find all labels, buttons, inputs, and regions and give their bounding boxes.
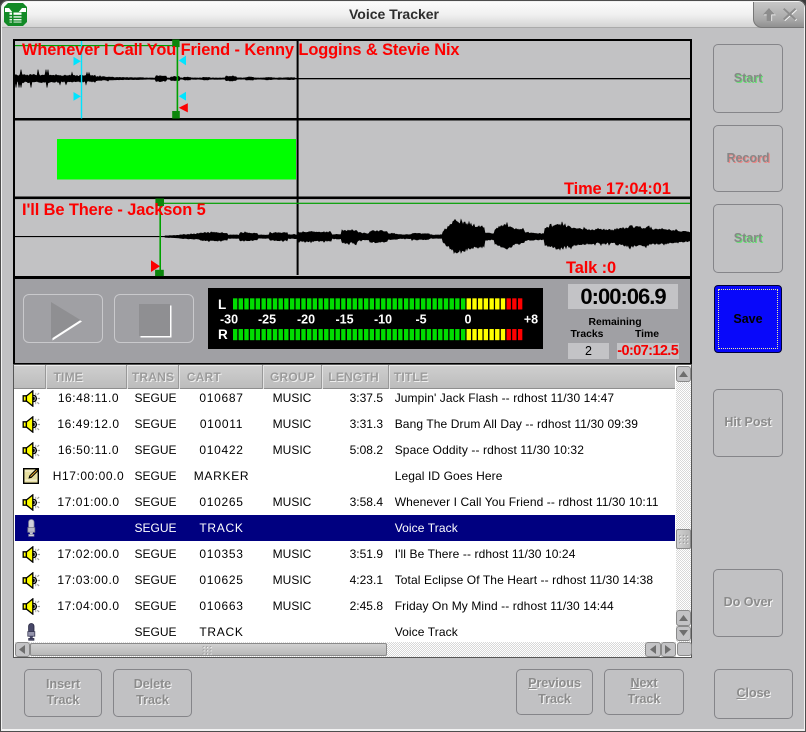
svg-text:-30: -30 [220, 313, 238, 327]
svg-text:-5: -5 [415, 313, 426, 327]
svg-text:-25: -25 [258, 313, 276, 327]
svg-text:L: L [218, 297, 226, 312]
svg-text:-10: -10 [374, 313, 392, 327]
svg-text:+8: +8 [524, 313, 538, 327]
svg-text:R: R [218, 327, 228, 342]
svg-text:0: 0 [465, 313, 472, 327]
svg-text:-20: -20 [297, 313, 315, 327]
svg-text:-15: -15 [335, 313, 353, 327]
